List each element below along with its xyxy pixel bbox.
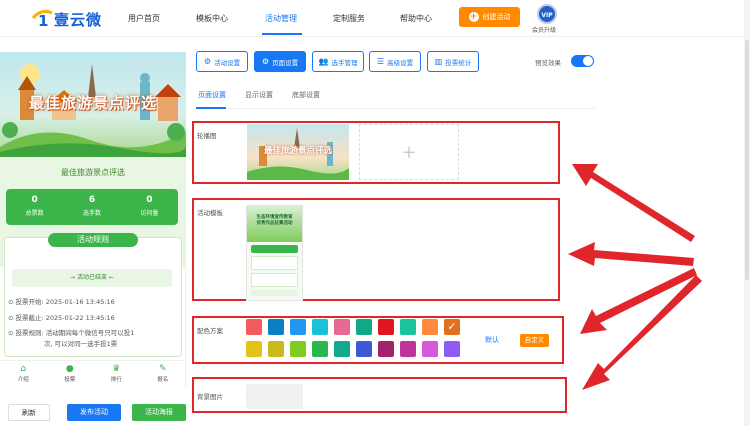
rank-icon: ♛ xyxy=(112,364,121,374)
activity-settings-button[interactable]: ⚙ 活动设置 xyxy=(196,51,248,72)
activity-poster-button[interactable]: 活动海报 xyxy=(132,404,186,421)
custom-color-button[interactable]: 自定义 xyxy=(520,334,549,347)
preview-effect-label: 预览效果 xyxy=(535,59,561,67)
nav-user-home[interactable]: 用户首页 xyxy=(128,13,160,24)
preview-effect-toggle[interactable] xyxy=(571,55,594,67)
subtab-page-settings[interactable]: 页面设置 xyxy=(198,90,226,100)
page-scrollbar[interactable] xyxy=(744,0,750,426)
background-image-upload[interactable] xyxy=(246,384,303,409)
stats-panel: 0 总票数 6 选手数 0 访问量 xyxy=(6,189,178,225)
nav-template-center[interactable]: 模板中心 xyxy=(196,13,228,24)
color-swatch[interactable] xyxy=(356,319,372,335)
preview-banner: 最佳旅游景点评选 xyxy=(0,52,186,157)
signup-icon: ✎ xyxy=(158,364,167,374)
home-icon: ⌂ xyxy=(20,364,27,374)
color-swatch[interactable] xyxy=(334,341,350,357)
plus-icon: + xyxy=(468,12,479,22)
color-swatch[interactable] xyxy=(400,319,416,335)
chart-icon: ▥ xyxy=(434,57,443,66)
color-scheme-label: 配色方案 xyxy=(197,327,223,335)
tab-vote[interactable]: ● 投票 xyxy=(47,361,94,388)
color-swatch-selected[interactable]: ✓ xyxy=(444,319,460,335)
page-settings-button[interactable]: ⚙ 页面设置 xyxy=(254,51,306,72)
rule-end-time: ⊙ 投票截止: 2025-01-22 13:45:16 xyxy=(8,314,115,322)
color-swatch[interactable] xyxy=(400,341,416,357)
top-navbar: 1 壹云微 用户首页 模板中心 活动管理 定制服务 帮助中心 + 创建活动 VI… xyxy=(0,0,750,37)
vip-icon[interactable]: VIP xyxy=(537,4,557,24)
arrow-to-carousel xyxy=(572,164,695,242)
color-swatch[interactable] xyxy=(268,341,284,357)
default-color-link[interactable]: 默认 xyxy=(485,335,499,345)
tab-signup[interactable]: ✎ 报名 xyxy=(140,361,187,388)
color-swatch[interactable] xyxy=(356,341,372,357)
preview-tabbar: ⌂ 介绍 ● 投票 ♛ 排行 ✎ 报名 xyxy=(0,360,186,388)
advanced-settings-button[interactable]: ☰ 高级设置 xyxy=(369,51,421,72)
logo-icon: 1 xyxy=(31,9,53,28)
create-activity-label: 创建活动 xyxy=(482,13,511,21)
gear-icon: ⚙ xyxy=(261,57,270,66)
background-image-label: 背景图片 xyxy=(197,393,223,401)
tab-rank[interactable]: ♛ 排行 xyxy=(93,361,140,388)
nav-active-indicator xyxy=(262,33,302,35)
mobile-preview: 最佳旅游景点评选 最佳旅游景点评选 0 总票数 6 选手数 0 访问量 活动规则… xyxy=(0,52,186,388)
color-swatch[interactable] xyxy=(246,319,262,335)
banner-title: 最佳旅游景点评选 xyxy=(28,94,157,112)
color-swatch[interactable] xyxy=(378,319,394,335)
refresh-button[interactable]: 刷新 xyxy=(8,404,50,421)
preview-actions: 刷新 发布活动 活动海报 xyxy=(0,398,186,426)
rule-start-time: ⊙ 投票开始: 2025-01-16 13:45:16 xyxy=(8,298,115,306)
preview-subtitle: 最佳旅游景点评选 xyxy=(61,168,125,177)
stat-visits: 0 访问量 xyxy=(140,195,159,217)
stat-contestants: 6 选手数 xyxy=(82,195,101,217)
vip-upgrade-label[interactable]: 会员升级 xyxy=(532,25,556,34)
color-swatch[interactable] xyxy=(444,341,460,357)
vote-icon: ● xyxy=(65,364,74,374)
color-swatch[interactable] xyxy=(268,319,284,335)
sliders-icon: ☰ xyxy=(376,57,385,66)
nav-help-center[interactable]: 帮助中心 xyxy=(400,13,432,24)
rule-vote-rule: ⊙ 投票规则: 活动期间每个微信号只可以投1 xyxy=(8,329,135,337)
arrow-to-template xyxy=(568,242,694,266)
add-carousel-image-button[interactable]: + xyxy=(359,124,459,180)
subtab-active-indicator xyxy=(196,107,226,109)
annotation-arrows xyxy=(568,164,702,390)
nav-activity-management[interactable]: 活动管理 xyxy=(265,13,297,24)
brand-name[interactable]: 壹云微 xyxy=(54,9,102,30)
activity-ended-status: → 活动已结束 ← xyxy=(12,269,172,287)
color-swatch[interactable] xyxy=(378,341,394,357)
color-swatch[interactable] xyxy=(312,319,328,335)
rule-vote-rule-cont: 次, 可以对同一选手投1票 xyxy=(44,340,118,348)
carousel-label: 轮播图 xyxy=(197,132,217,140)
color-swatch[interactable] xyxy=(246,341,262,357)
color-swatch[interactable] xyxy=(312,341,328,357)
subtab-footer-settings[interactable]: 底部设置 xyxy=(292,90,320,100)
activity-template-thumbnail[interactable]: 生态环境宣传教育 优秀作品征集活动 xyxy=(246,205,303,301)
stat-total-votes: 0 总票数 xyxy=(25,195,44,217)
color-swatch[interactable] xyxy=(290,341,306,357)
publish-activity-button[interactable]: 发布活动 xyxy=(67,404,121,421)
subtab-display-settings[interactable]: 显示设置 xyxy=(245,90,273,100)
rules-title: 活动规则 xyxy=(48,233,138,247)
users-icon: 👥 xyxy=(318,57,329,66)
gear-icon: ⚙ xyxy=(203,57,212,66)
arrow-to-background xyxy=(582,275,702,390)
carousel-image[interactable]: 最佳旅游景点评选 xyxy=(247,124,349,180)
svg-text:1: 1 xyxy=(38,12,48,28)
create-activity-button[interactable]: + 创建活动 xyxy=(459,7,520,27)
nav-custom-service[interactable]: 定制服务 xyxy=(333,13,365,24)
vote-statistics-button[interactable]: ▥ 投票统计 xyxy=(427,51,479,72)
color-swatch[interactable] xyxy=(334,319,350,335)
color-swatch[interactable] xyxy=(422,341,438,357)
color-swatch[interactable] xyxy=(290,319,306,335)
carousel-image-title: 最佳旅游景点评选 xyxy=(263,146,332,156)
tab-intro[interactable]: ⌂ 介绍 xyxy=(0,361,47,388)
template-label: 活动模板 xyxy=(197,209,223,217)
color-swatch[interactable] xyxy=(422,319,438,335)
contestant-management-button[interactable]: 👥 选手管理 xyxy=(312,51,364,72)
